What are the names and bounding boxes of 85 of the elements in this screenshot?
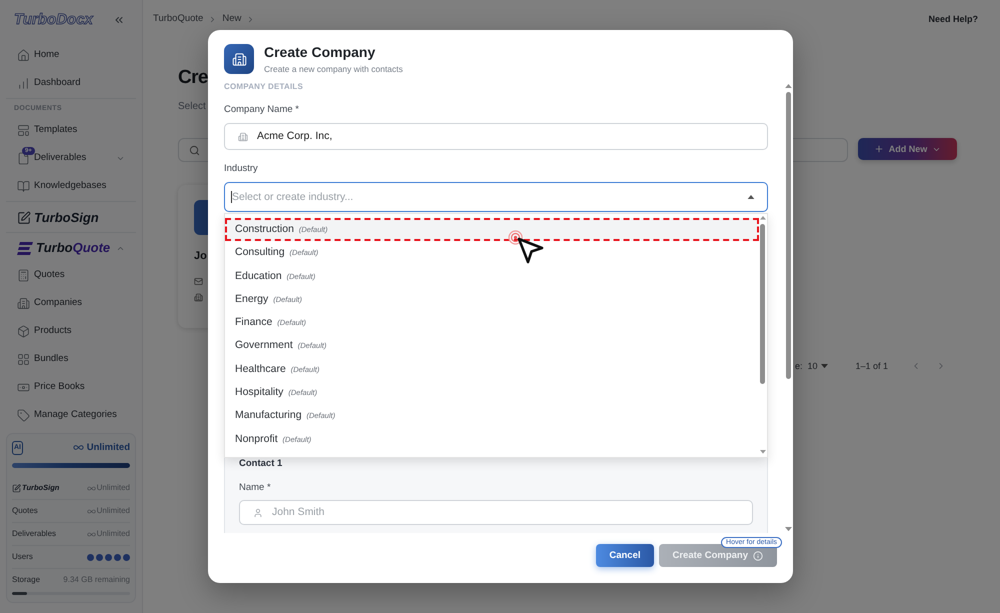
infinity-icon [86, 530, 96, 538]
dialog-subtitle: Create a new company with contacts [264, 64, 403, 75]
collapse-icon[interactable] [113, 14, 125, 26]
nav-item[interactable]: Quotes [17, 268, 65, 282]
building-icon [224, 44, 254, 74]
app-logo[interactable]: TurboDocx [14, 11, 93, 29]
breadcrumb-link[interactable]: TurboQuote [153, 13, 204, 25]
file-icon [17, 152, 30, 164]
usage-value: Unlimited [96, 506, 130, 516]
contact-name-input[interactable]: John Smith [239, 500, 753, 525]
bars-icon [17, 242, 33, 254]
bar-chart-icon [17, 76, 30, 90]
nav-item[interactable]: Home [17, 48, 60, 62]
help-link[interactable]: Need Help? [928, 13, 978, 25]
nav-item[interactable]: Templates [17, 123, 78, 137]
page-subtitle: Select [178, 101, 206, 113]
plus-icon [874, 144, 884, 154]
infinity-icon [86, 484, 96, 492]
search-icon [189, 144, 200, 156]
usage-label: Users [12, 552, 33, 562]
building-icon [194, 293, 203, 302]
pen-square-icon [17, 211, 31, 225]
user-dot-icon [114, 554, 121, 560]
field-label: Name * [239, 482, 271, 494]
page-title: Cre [178, 66, 208, 90]
rows-per-page-select[interactable]: 10 [807, 360, 828, 372]
tag-icon [17, 408, 30, 422]
infinity-icon [72, 442, 84, 453]
mail-icon [194, 277, 203, 286]
nav-item[interactable]: Bundles [17, 352, 68, 366]
nav-item[interactable]: Dashboard [17, 76, 80, 90]
usage-value: Unlimited [96, 529, 130, 539]
text-cursor-icon [231, 191, 232, 203]
house-icon [17, 48, 30, 62]
mouse-pointer-icon [517, 237, 544, 264]
nav-item[interactable]: Knowledgebases [17, 179, 106, 193]
building-icon [17, 296, 30, 310]
field-label: Industry [224, 163, 258, 175]
industry-select[interactable]: Select or create industry... [224, 182, 768, 212]
add-new-button[interactable]: Add New [858, 138, 957, 160]
user-dot-icon [87, 554, 94, 560]
calculator-icon [17, 268, 30, 282]
caret-down-icon [821, 364, 828, 368]
usage-value: Unlimited [96, 483, 130, 493]
company-name: Jo [194, 249, 207, 263]
dialog-title: Create Company [264, 44, 376, 61]
usage-value: 9.34 GB remaining [63, 575, 130, 585]
page-range: 1–1 of 1 [855, 360, 888, 372]
usage-label: Deliverables [12, 529, 56, 539]
user-dot-icon [105, 554, 112, 560]
scrollbar-thumb[interactable] [786, 92, 791, 380]
building-icon [238, 132, 248, 142]
contact-heading: Contact 1 [239, 458, 282, 470]
click-ripple-icon [508, 230, 523, 245]
nav-item[interactable]: Products [17, 324, 72, 338]
box-icon [17, 324, 30, 338]
plan-label: Unlimited [86, 442, 130, 454]
usage-label: Quotes [12, 506, 38, 516]
cancel-button[interactable]: Cancel [596, 544, 654, 567]
layout-icon [17, 124, 30, 136]
pen-square-icon [12, 484, 21, 492]
scroll-up-icon[interactable] [785, 84, 792, 88]
info-icon [753, 550, 763, 560]
rows-per-page-label: e: [794, 360, 802, 372]
scroll-down-icon[interactable] [785, 526, 792, 531]
nav-item[interactable]: Manage Categories [17, 408, 117, 422]
usage-label: Storage [12, 575, 40, 585]
field-label: Company Name * [224, 104, 299, 116]
scroll-up-icon[interactable] [760, 216, 766, 220]
scroll-down-icon[interactable] [760, 450, 766, 454]
product-name[interactable]: TurboSign [34, 210, 99, 226]
nav-item[interactable]: Price Books [17, 380, 85, 394]
breadcrumb-link[interactable]: New [222, 13, 242, 25]
user-dot-icon [96, 554, 103, 560]
product-name[interactable]: TurboQuote [36, 240, 110, 256]
scrollbar-thumb[interactable] [760, 224, 765, 384]
open-book-icon [17, 180, 30, 192]
company-name-input[interactable]: Acme Corp. Inc, [224, 123, 768, 150]
user-icon [253, 508, 263, 518]
user-dot-icon [123, 554, 130, 560]
grid-icon [17, 352, 30, 366]
section-heading: COMPANY DETAILS [224, 82, 304, 92]
caret-up-icon [747, 194, 755, 200]
nav-item[interactable]: Companies [17, 296, 82, 310]
infinity-icon [86, 506, 96, 516]
